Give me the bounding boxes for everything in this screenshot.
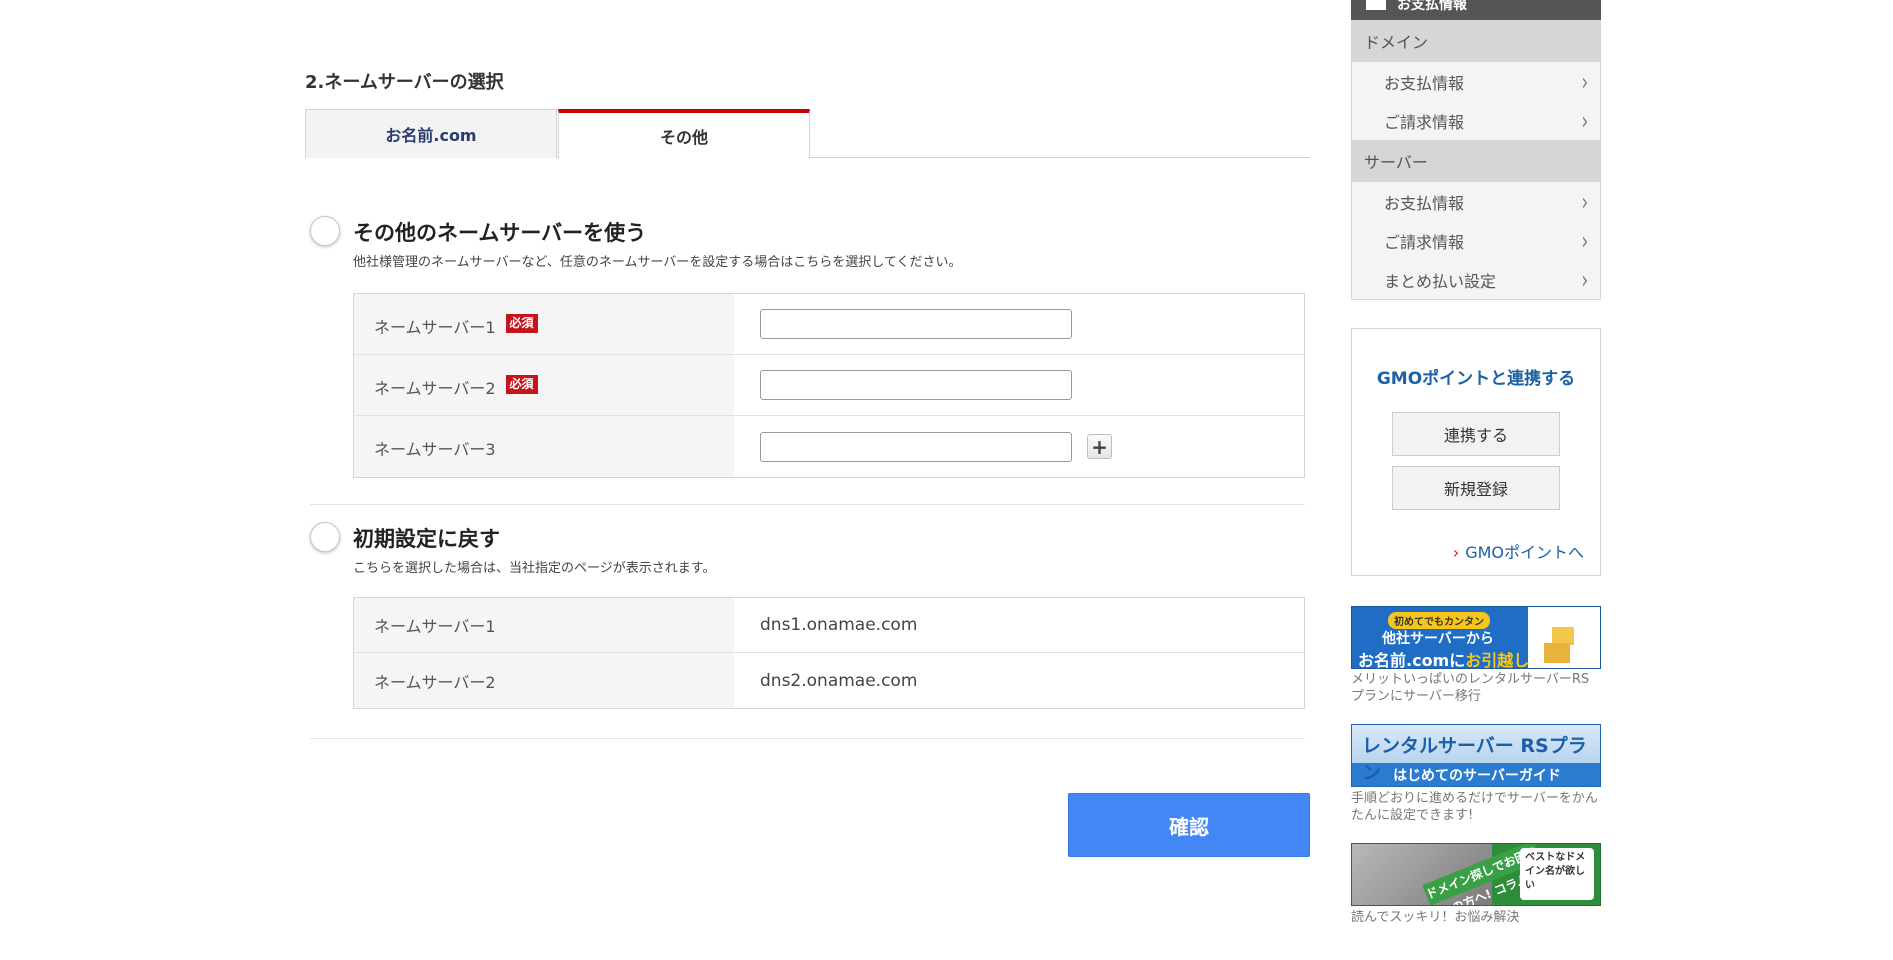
tab-onamae[interactable]: お名前.com [305,109,557,158]
default-nameserver-table: ネームサーバー1 dns1.onamae.com ネームサーバー2 dns2.o… [353,597,1305,709]
sidebar-item-server-payment[interactable]: お支払情報 › [1352,182,1600,221]
table-row: ネームサーバー1 必須 [354,294,1304,355]
sidebar-category-server: サーバー [1352,140,1600,182]
section-title: 2.ネームサーバーの選択 [305,72,504,93]
gmo-register-button[interactable]: 新規登録 [1392,466,1560,510]
default-nameserver-2-value: dns2.onamae.com [760,670,918,691]
required-badge: 必須 [505,314,538,333]
gmo-point-link[interactable]: › GMOポイントへ [1453,539,1584,563]
nameserver-3-label: ネームサーバー3 [354,416,734,477]
sidebar-header-label: お支払情報 [1397,0,1467,13]
radio-other-nameserver[interactable] [310,216,340,246]
banner-caption[interactable]: メリットいっぱいのレンタルサーバーRSプランにサーバー移行 [1351,671,1601,705]
nameserver-2-label: ネームサーバー2 必須 [354,355,734,415]
gmo-point-title: GMOポイントと連携する [1376,369,1576,389]
nameserver-1-label: ネームサーバー1 必須 [354,294,734,354]
sidebar-category-domain: ドメイン [1352,20,1600,62]
chevron-right-icon: › [1452,543,1460,562]
radio-default-settings[interactable] [310,522,340,552]
banner-line: 他社サーバーから [1382,631,1494,647]
option-other-title: その他のネームサーバーを使う [353,221,647,245]
add-nameserver-button[interactable]: + [1087,434,1112,459]
nameserver-input-table: ネームサーバー1 必須 ネームサーバー2 必須 ネームサーバー3 + [353,293,1305,478]
chevron-right-icon: › [1581,106,1589,135]
banner-bubble: ベストなドメイン名が欲しい [1520,848,1594,900]
chevron-right-icon: › [1581,226,1589,255]
plus-icon: + [1091,434,1108,459]
option-default-description: こちらを選択した場合は、当社指定のページが表示されます。 [353,561,716,576]
banner-caption[interactable]: 読んでスッキリ！お悩み解決 [1351,909,1601,926]
sidebar-menu: ドメイン お支払情報 › ご請求情報 › サーバー お支払情報 › ご請求情報 … [1351,20,1601,300]
nameserver-1-input[interactable] [760,309,1072,339]
nameserver-2-input[interactable] [760,370,1072,400]
banner-line: はじめてのサーバーガイド [1393,768,1561,784]
divider [310,738,1305,739]
tab-other[interactable]: その他 [558,109,810,159]
main-content: 2.ネームサーバーの選択 お名前.com その他 その他のネームサーバーを使う … [305,0,1310,960]
banner-caption[interactable]: 手順どおりに進めるだけでサーバーをかんたんに設定できます! [1351,790,1601,824]
gmo-point-box: GMOポイントと連携する 連携する 新規登録 › GMOポイントへ [1351,328,1601,576]
nameserver-3-input[interactable] [760,431,1072,462]
chevron-right-icon: › [1581,67,1589,96]
option-other-description: 他社様管理のネームサーバーなど、任意のネームサーバーを設定する場合はこちらを選択… [353,255,962,270]
sidebar-item-domain-payment[interactable]: お支払情報 › [1352,62,1600,101]
banner-server-guide[interactable]: レンタルサーバー RSプラン はじめてのサーバーガイド [1351,724,1601,787]
gmo-link-button[interactable]: 連携する [1392,412,1560,456]
option-default-title: 初期設定に戻す [353,527,500,551]
default-nameserver-1-value: dns1.onamae.com [760,615,918,635]
chevron-right-icon: › [1581,187,1589,216]
divider [310,504,1305,505]
sidebar-item-server-billing[interactable]: ご請求情報 › [1352,221,1600,260]
banner-domain-column[interactable]: ドメイン探しでお困りの方へ! コラム ベストなドメイン名が欲しい [1351,843,1601,906]
table-row: ネームサーバー2 dns2.onamae.com [354,653,1304,708]
banner-line: お名前.comにお引越し [1358,651,1530,669]
default-nameserver-1-label: ネームサーバー1 [354,598,734,652]
sidebar-item-domain-billing[interactable]: ご請求情報 › [1352,101,1600,140]
required-badge: 必須 [505,375,538,394]
default-nameserver-2-label: ネームサーバー2 [354,653,734,708]
table-row: ネームサーバー3 + [354,416,1304,477]
confirm-button[interactable]: 確認 [1068,793,1310,857]
nameserver-tabs: お名前.com その他 [305,109,1310,159]
table-row: ネームサーバー1 dns1.onamae.com [354,598,1304,653]
moving-boxes-illustration [1528,607,1600,668]
payment-icon [1366,0,1386,10]
sidebar-header: お支払情報 [1351,0,1601,20]
sidebar-item-bulk-payment[interactable]: まとめ払い設定 › [1352,260,1600,299]
sidebar: お支払情報 ドメイン お支払情報 › ご請求情報 › サーバー お支払情報 › … [1351,0,1601,960]
banner-server-migration[interactable]: 初めてでもカンタン 他社サーバーから お名前.comにお引越し [1351,606,1601,669]
table-row: ネームサーバー2 必須 [354,355,1304,416]
chevron-right-icon: › [1581,265,1589,294]
banner-tag: 初めてでもカンタン [1388,612,1490,629]
